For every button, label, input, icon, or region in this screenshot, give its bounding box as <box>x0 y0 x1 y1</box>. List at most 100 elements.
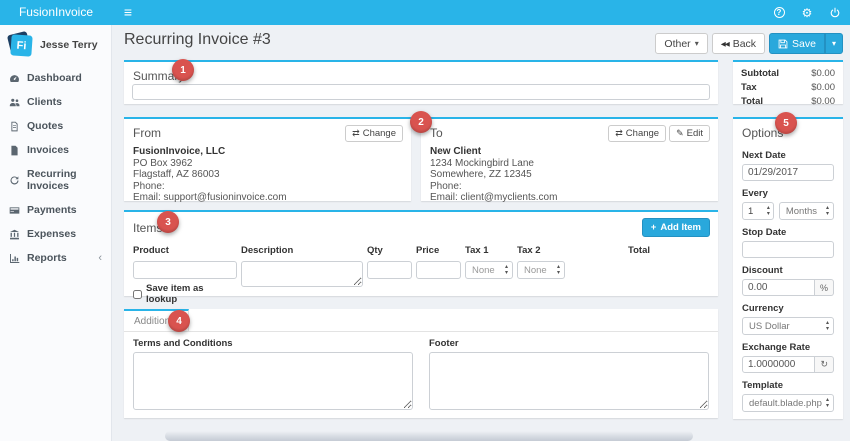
footer-label: Footer <box>429 338 709 349</box>
select-arrows-icon: ▴▾ <box>826 205 829 217</box>
item-description-textarea[interactable] <box>241 261 363 287</box>
change-icon: ⇄ <box>615 128 623 139</box>
brand-logo: FusionInvoice <box>0 0 112 25</box>
sidebar-item-label: Dashboard <box>27 72 82 84</box>
sidebar-item-payments[interactable]: Payments <box>0 198 111 222</box>
sidebar-nav: Dashboard Clients Quotes Invoices Recurr… <box>0 66 111 270</box>
footer-textarea[interactable] <box>429 352 709 410</box>
save-item-lookup-label: Save item as lookup <box>133 283 237 305</box>
item-tax2-select[interactable]: None ▴▾ <box>517 261 565 279</box>
sidebar-item-label: Clients <box>27 96 62 108</box>
other-button[interactable]: Other ▾ <box>655 33 707 54</box>
every-unit-select[interactable]: Months ▴▾ <box>779 202 834 220</box>
from-phone-line: Phone: <box>133 181 402 193</box>
file-icon <box>9 121 20 132</box>
sidebar-item-dashboard[interactable]: Dashboard <box>0 66 111 90</box>
edit-pencil-icon: ✎ <box>676 128 684 139</box>
from-title: From <box>133 125 161 140</box>
to-edit-button[interactable]: ✎ Edit <box>669 125 710 142</box>
stepper-arrows-icon: ▴▾ <box>767 205 770 217</box>
every-number-stepper[interactable]: 1 ▴▾ <box>742 202 774 220</box>
user-name: Jesse Terry <box>40 39 98 51</box>
percent-addon: % <box>815 279 834 296</box>
caret-down-icon: ▾ <box>832 39 836 48</box>
discount-input[interactable] <box>742 279 815 296</box>
item-product-input[interactable] <box>133 261 237 279</box>
to-address-line: Somewhere, ZZ 12345 <box>430 169 709 181</box>
sidebar-item-recurring-invoices[interactable]: Recurring Invoices <box>0 162 111 198</box>
save-split-button: Save ▾ <box>769 33 843 54</box>
sidebar-item-reports[interactable]: Reports ‹ <box>0 246 111 270</box>
save-dropdown-toggle[interactable]: ▾ <box>825 33 843 54</box>
tax-value: $0.00 <box>811 82 835 94</box>
column-header-qty: Qty <box>367 245 412 261</box>
file-invoice-icon <box>9 145 20 156</box>
dashboard-icon <box>9 73 20 84</box>
sidebar-item-label: Invoices <box>27 144 69 156</box>
power-icon[interactable] <box>828 6 842 20</box>
refresh-rate-button[interactable]: ↻ <box>815 356 834 373</box>
from-company-name: FusionInvoice, LLC <box>133 146 402 158</box>
next-date-input[interactable] <box>742 164 834 181</box>
items-table: Product Description Qty Price Tax 1 Tax … <box>124 239 718 305</box>
avatar: Fi <box>8 32 33 57</box>
summary-input[interactable] <box>132 84 710 100</box>
sidebar-item-invoices[interactable]: Invoices <box>0 138 111 162</box>
totals-panel: Subtotal $0.00 Tax $0.00 Total $0.00 <box>733 60 843 104</box>
save-button[interactable]: Save <box>769 33 825 54</box>
stop-date-input[interactable] <box>742 241 834 258</box>
sidebar-item-quotes[interactable]: Quotes <box>0 114 111 138</box>
save-floppy-icon <box>778 39 788 49</box>
annotation-badge-2: 2 <box>410 111 432 133</box>
from-panel: From ⇄ Change FusionInvoice, LLC PO Box … <box>124 117 411 201</box>
column-header-tax2: Tax 2 <box>517 245 565 261</box>
bottom-shadow <box>165 431 693 441</box>
sidebar-item-clients[interactable]: Clients <box>0 90 111 114</box>
header-actions: Other ▾ ◀◀ Back Save ▾ <box>655 33 843 54</box>
bank-icon <box>9 229 20 240</box>
template-label: Template <box>742 380 834 391</box>
hamburger-menu-icon[interactable]: ≡ <box>117 0 139 25</box>
terms-textarea[interactable] <box>133 352 413 410</box>
template-select[interactable]: default.blade.php ▴▾ <box>742 394 834 412</box>
select-arrows-icon: ▴▾ <box>826 320 829 332</box>
total-row: Total $0.00 <box>741 95 835 109</box>
settings-gear-icon[interactable]: ⚙ <box>800 6 814 20</box>
main-content: Recurring Invoice #3 Other ▾ ◀◀ Back Sav… <box>113 25 850 441</box>
user-panel: Fi Jesse Terry <box>0 25 111 66</box>
from-address-line: PO Box 3962 <box>133 158 402 170</box>
to-phone-line: Phone: <box>430 181 709 193</box>
terms-label: Terms and Conditions <box>133 338 413 349</box>
add-item-button[interactable]: + Add Item <box>642 218 710 237</box>
column-header-price: Price <box>416 245 461 261</box>
next-date-label: Next Date <box>742 150 834 161</box>
sidebar-item-expenses[interactable]: Expenses <box>0 222 111 246</box>
annotation-badge-3: 3 <box>157 211 179 233</box>
sidebar-item-label: Recurring Invoices <box>27 168 102 192</box>
annotation-badge-1: 1 <box>172 59 194 81</box>
from-address: FusionInvoice, LLC PO Box 3962 Flagstaff… <box>124 142 411 204</box>
item-qty-input[interactable] <box>367 261 412 279</box>
back-button[interactable]: ◀◀ Back <box>712 33 765 54</box>
change-icon: ⇄ <box>352 128 360 139</box>
item-tax1-select[interactable]: None ▴▾ <box>465 261 513 279</box>
sidebar-item-label: Reports <box>27 252 67 264</box>
currency-label: Currency <box>742 303 834 314</box>
item-price-input[interactable] <box>416 261 461 279</box>
to-change-button[interactable]: ⇄ Change <box>608 125 666 142</box>
tax-row: Tax $0.00 <box>741 81 835 95</box>
help-icon[interactable]: ? <box>772 6 786 20</box>
exchange-rate-input[interactable] <box>742 356 815 373</box>
items-panel: Items + Add Item Product Description Qty… <box>124 210 718 296</box>
caret-down-icon: ▾ <box>695 39 699 48</box>
select-arrows-icon: ▴▾ <box>505 264 508 276</box>
save-item-lookup-checkbox[interactable] <box>133 290 142 299</box>
page-title: Recurring Invoice #3 <box>124 31 271 49</box>
users-icon <box>9 97 20 108</box>
additional-tab-row: Additional <box>124 309 718 332</box>
column-header-tax1: Tax 1 <box>465 245 513 261</box>
total-value: $0.00 <box>811 96 835 108</box>
to-panel: To ⇄ Change ✎ Edit New Client 1234 Mocki… <box>421 117 718 201</box>
from-change-button[interactable]: ⇄ Change <box>345 125 403 142</box>
currency-select[interactable]: US Dollar ▴▾ <box>742 317 834 335</box>
